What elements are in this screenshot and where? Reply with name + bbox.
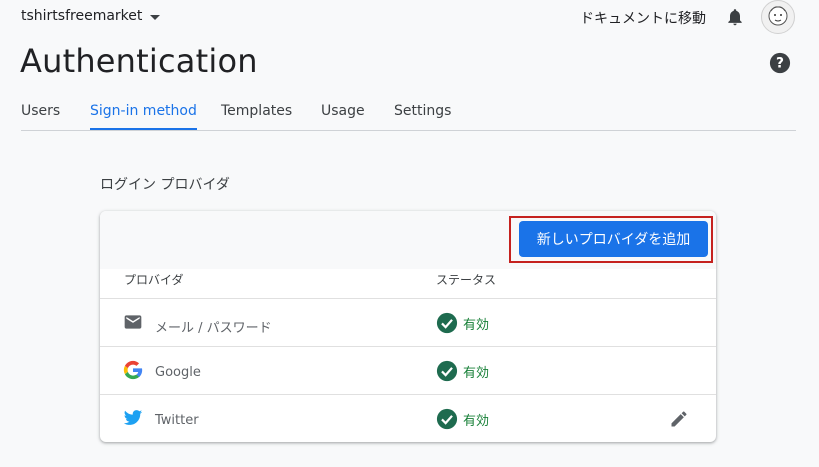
user-avatar[interactable] xyxy=(761,0,795,34)
chevron-down-icon xyxy=(150,14,161,20)
tab-usage[interactable]: Usage xyxy=(321,103,365,128)
status-label: 有効 xyxy=(463,414,490,429)
provider-name: メール / パスワード xyxy=(155,321,272,336)
twitter-icon xyxy=(123,410,143,425)
bell-icon[interactable] xyxy=(725,6,745,28)
check-circle-icon xyxy=(436,360,458,382)
tab-bar: Users Sign-in method Templates Usage Set… xyxy=(21,96,796,131)
provider-row-twitter[interactable]: Twitter 有効 xyxy=(100,394,716,442)
email-icon xyxy=(124,315,142,329)
google-icon xyxy=(123,360,143,380)
docs-link[interactable]: ドキュメントに移動 xyxy=(580,8,706,28)
check-circle-icon xyxy=(436,312,458,334)
provider-row-google[interactable]: Google 有効 xyxy=(100,346,716,395)
provider-name: Google xyxy=(155,365,201,380)
column-header-provider: プロバイダ xyxy=(124,273,184,287)
status-label: 有効 xyxy=(463,318,490,333)
tab-users[interactable]: Users xyxy=(21,103,60,128)
page-title: Authentication xyxy=(20,42,258,80)
svg-text:?: ? xyxy=(776,56,784,72)
providers-card: 新しいプロバイダを追加 プロバイダ ステータス メール / パスワード 有効 G… xyxy=(100,211,716,442)
provider-name: Twitter xyxy=(155,413,199,428)
column-header-status: ステータス xyxy=(436,273,497,287)
tab-templates[interactable]: Templates xyxy=(221,103,292,128)
help-icon[interactable]: ? xyxy=(769,52,791,74)
section-title: ログイン プロバイダ xyxy=(100,177,230,193)
check-circle-icon xyxy=(436,408,458,430)
pencil-icon[interactable] xyxy=(669,409,689,429)
top-bar: tshirtsfreemarket ドキュメントに移動 xyxy=(0,0,819,36)
provider-row-email[interactable]: メール / パスワード 有効 xyxy=(100,298,716,347)
project-name: tshirtsfreemarket xyxy=(21,8,143,24)
tab-settings[interactable]: Settings xyxy=(394,103,451,128)
avatar-face-icon xyxy=(768,6,788,26)
status-label: 有効 xyxy=(463,366,490,381)
add-provider-button[interactable]: 新しいプロバイダを追加 xyxy=(519,221,708,257)
tab-sign-in-method[interactable]: Sign-in method xyxy=(90,103,197,130)
project-selector[interactable]: tshirtsfreemarket xyxy=(21,8,161,24)
